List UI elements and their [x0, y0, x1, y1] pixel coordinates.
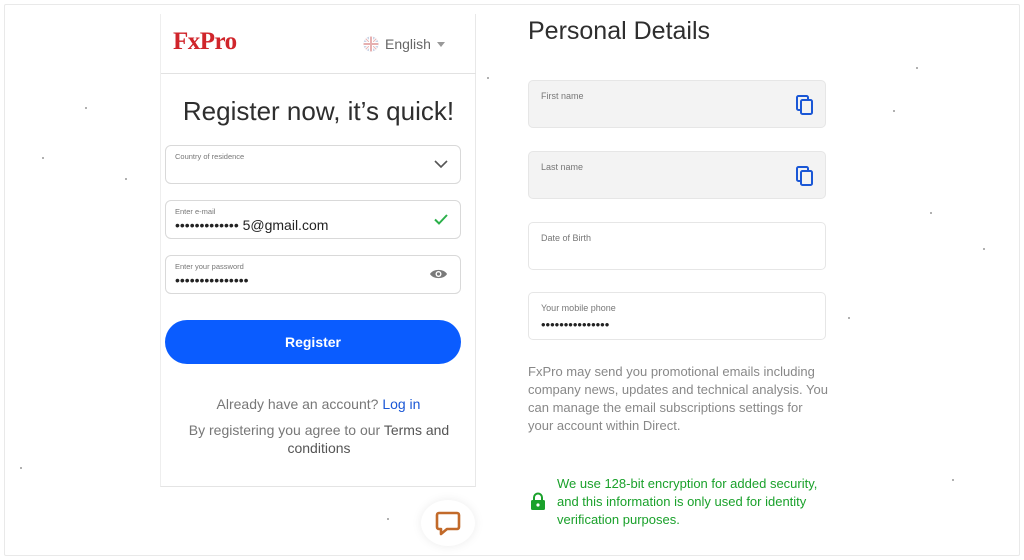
security-text: We use 128-bit encryption for added secu… — [557, 476, 818, 527]
chat-widget-button[interactable] — [421, 500, 475, 546]
language-selector[interactable]: English — [363, 34, 445, 54]
mobile-phone-field[interactable]: Your mobile phone ••••••••••••••• — [528, 292, 826, 340]
noise-dot — [848, 317, 850, 319]
noise-dot — [387, 518, 389, 520]
noise-dot — [42, 157, 44, 159]
eye-icon[interactable] — [429, 268, 448, 280]
noise-dot — [20, 467, 22, 469]
already-text: Already have an account? — [216, 396, 379, 412]
personal-details-title: Personal Details — [528, 17, 711, 45]
phone-value: ••••••••••••••• — [541, 317, 610, 332]
country-select[interactable]: Country of residence — [165, 145, 461, 184]
noise-dot — [125, 178, 127, 180]
email-field[interactable]: Enter e-mail ••••••••••••• 5@gmail.com — [165, 200, 461, 239]
register-panel: FxPro English Register now, it’s quick! … — [160, 14, 476, 487]
lock-icon — [531, 492, 545, 510]
chat-icon — [435, 511, 461, 536]
security-notice: We use 128-bit encryption for added secu… — [528, 475, 828, 533]
country-label: Country of residence — [175, 152, 245, 161]
promo-notice: FxPro may send you promotional emails in… — [528, 364, 828, 433]
copy-icon[interactable] — [796, 166, 814, 187]
date-of-birth-field[interactable]: Date of Birth — [528, 222, 826, 270]
noise-dot — [930, 212, 932, 214]
register-button[interactable]: Register — [165, 320, 461, 364]
caret-down-icon — [436, 41, 445, 47]
noise-dot — [487, 77, 489, 79]
noise-dot — [952, 479, 954, 481]
login-prompt: Already have an account? Log in — [161, 396, 476, 412]
password-value: ••••••••••••••• — [175, 272, 249, 288]
terms-prefix: By registering you agree to our — [188, 422, 381, 438]
last-name-field[interactable]: Last name — [528, 151, 826, 199]
register-header: FxPro English — [161, 14, 476, 74]
first-name-label: First name — [541, 91, 584, 101]
uk-flag-icon — [363, 36, 379, 52]
password-field[interactable]: Enter your password ••••••••••••••• — [165, 255, 461, 294]
login-link[interactable]: Log in — [382, 396, 420, 412]
terms-notice: By registering you agree to our Terms an… — [173, 421, 465, 457]
check-icon — [434, 214, 448, 225]
email-label: Enter e-mail — [175, 207, 216, 216]
fxpro-logo[interactable]: FxPro — [173, 28, 237, 56]
noise-dot — [85, 107, 87, 109]
email-value: ••••••••••••• 5@gmail.com — [175, 217, 329, 233]
language-label: English — [385, 36, 431, 52]
last-name-label: Last name — [541, 162, 584, 172]
register-title: Register now, it’s quick! — [182, 96, 455, 126]
copy-icon[interactable] — [796, 95, 814, 116]
first-name-field[interactable]: First name — [528, 80, 826, 128]
phone-label: Your mobile phone — [541, 303, 616, 313]
chevron-down-icon — [434, 160, 448, 169]
noise-dot — [893, 110, 895, 112]
noise-dot — [916, 67, 918, 69]
dob-label: Date of Birth — [541, 233, 592, 243]
password-label: Enter your password — [175, 262, 244, 271]
page-frame — [4, 4, 1020, 556]
noise-dot — [983, 248, 985, 250]
